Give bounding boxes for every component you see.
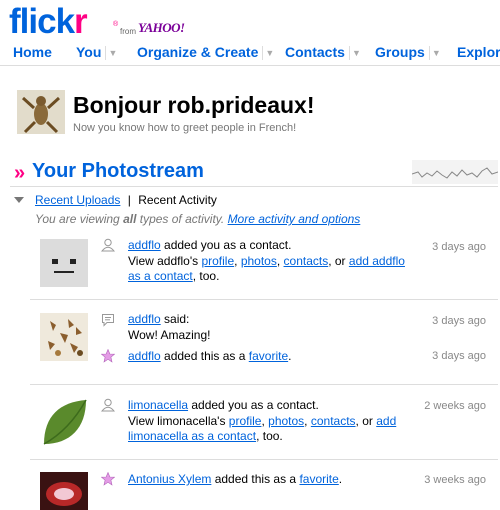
- nav-home[interactable]: Home: [13, 44, 52, 60]
- greeting-subtitle: Now you know how to greet people in Fren…: [73, 122, 297, 134]
- timestamp: 2 weeks ago: [424, 400, 486, 412]
- flickr-logo[interactable]: flickr ®: [9, 2, 118, 42]
- comment-body: Wow! Amazing!: [128, 327, 211, 342]
- user-link[interactable]: Antonius Xylem: [128, 472, 211, 486]
- logo-text-b: r: [74, 2, 88, 41]
- user-link[interactable]: addflo: [128, 349, 161, 363]
- timestamp: 3 days ago: [432, 241, 486, 253]
- row-divider: [30, 384, 498, 385]
- activity-text: addflo added you as a contact. View addfl…: [128, 238, 405, 283]
- user-avatar-limonacella[interactable]: [40, 398, 88, 446]
- user-avatar-antonius[interactable]: [40, 472, 88, 510]
- favorite-link[interactable]: favorite: [249, 349, 288, 363]
- user-link[interactable]: addflo: [128, 238, 161, 252]
- favorite-text: Antonius Xylem added this as a favorite.: [128, 472, 418, 488]
- user-avatar-addflo[interactable]: [40, 239, 88, 287]
- view-prefix: View addflo's: [128, 253, 202, 268]
- favorite-text: addflo added this as a favorite.: [128, 349, 418, 365]
- timestamp: 3 days ago: [432, 315, 486, 327]
- viewing-suffix: types of activity.: [136, 212, 228, 226]
- row-divider: [30, 299, 498, 300]
- star-icon: [100, 348, 116, 363]
- star-icon: [100, 471, 116, 486]
- suffix-text: , too.: [192, 269, 220, 283]
- nav-groups-label: Groups: [375, 44, 425, 60]
- divider: [10, 186, 498, 187]
- nav-groups[interactable]: Groups ▼: [375, 44, 443, 61]
- tab-recent-uploads[interactable]: Recent Uploads: [35, 193, 120, 207]
- viewing-bold: all: [123, 212, 137, 226]
- chevron-down-icon[interactable]: ▼: [262, 46, 276, 61]
- double-arrow-icon: »: [14, 162, 26, 184]
- suffix-text: , too.: [256, 429, 283, 443]
- photostream-title[interactable]: Your Photostream: [32, 160, 204, 183]
- tab-separator: |: [127, 193, 131, 207]
- timestamp: 3 days ago: [432, 350, 486, 362]
- view-prefix: View limonacella's: [128, 413, 229, 428]
- nav-organize[interactable]: Organize & Create ▼: [137, 44, 276, 61]
- comment-icon: [101, 313, 115, 327]
- end-punct: .: [288, 349, 292, 363]
- user-link[interactable]: limonacella: [128, 398, 188, 412]
- chevron-down-icon[interactable]: ▼: [348, 46, 363, 61]
- profile-link[interactable]: profile: [229, 414, 262, 428]
- yahoo-logo: YAHOO!: [138, 20, 185, 35]
- contacts-link[interactable]: contacts: [284, 254, 329, 268]
- profile-link[interactable]: profile: [201, 254, 234, 268]
- timestamp: 3 weeks ago: [424, 474, 486, 486]
- photos-link[interactable]: photos: [268, 414, 304, 428]
- favorite-link[interactable]: favorite: [299, 472, 338, 486]
- said-text: said:: [160, 312, 190, 326]
- nav-contacts[interactable]: Contacts ▼: [285, 44, 363, 61]
- row-divider: [30, 459, 498, 460]
- from-label: from: [120, 27, 136, 36]
- action-text: added this as a: [160, 349, 249, 363]
- activity-tabs: Recent Uploads | Recent Activity: [35, 193, 217, 207]
- photo-thumbnail[interactable]: [40, 313, 88, 361]
- buddy-icon-avatar[interactable]: [17, 90, 65, 134]
- end-punct: .: [338, 472, 343, 486]
- chevron-down-icon[interactable]: ▼: [428, 46, 443, 61]
- nav-home-label: Home: [13, 44, 52, 60]
- nav-explore[interactable]: Explore: [457, 44, 500, 60]
- nav-you-label: You: [76, 44, 102, 60]
- chevron-down-icon[interactable]: ▼: [105, 46, 119, 61]
- more-activity-link[interactable]: More activity and options: [228, 212, 361, 226]
- photos-link[interactable]: photos: [241, 254, 277, 268]
- action-text: added you as a contact.: [160, 238, 292, 252]
- person-icon: [101, 238, 115, 252]
- person-icon: [101, 398, 115, 412]
- collapse-triangle-icon[interactable]: [14, 197, 24, 203]
- nav-you[interactable]: You ▼: [76, 44, 119, 61]
- main-nav: Home You ▼ Organize & Create ▼ Contacts ▼ G…: [0, 40, 500, 66]
- activity-sparkline: [411, 160, 499, 184]
- action-text: added this as a: [211, 472, 300, 486]
- action-text: added you as a contact.: [188, 398, 319, 412]
- nav-organize-label: Organize & Create: [137, 44, 259, 60]
- activity-text: limonacella added you as a contact. View …: [128, 398, 397, 443]
- registered-mark: ®: [113, 21, 119, 28]
- comment-text: addflo said: Wow! Amazing!: [128, 312, 418, 343]
- user-link[interactable]: addflo: [128, 312, 161, 326]
- contacts-link[interactable]: contacts: [311, 414, 356, 428]
- nav-contacts-label: Contacts: [285, 44, 345, 60]
- greeting-title: Bonjour rob.prideaux!: [73, 92, 315, 118]
- logo-text-a: flick: [9, 2, 75, 41]
- photostream-title-text: Your Photostream: [32, 160, 204, 182]
- nav-explore-label: Explore: [457, 44, 500, 60]
- viewing-note: You are viewing all types of activity. M…: [35, 212, 360, 226]
- viewing-prefix: You are viewing: [35, 212, 124, 226]
- tab-recent-activity: Recent Activity: [138, 193, 217, 207]
